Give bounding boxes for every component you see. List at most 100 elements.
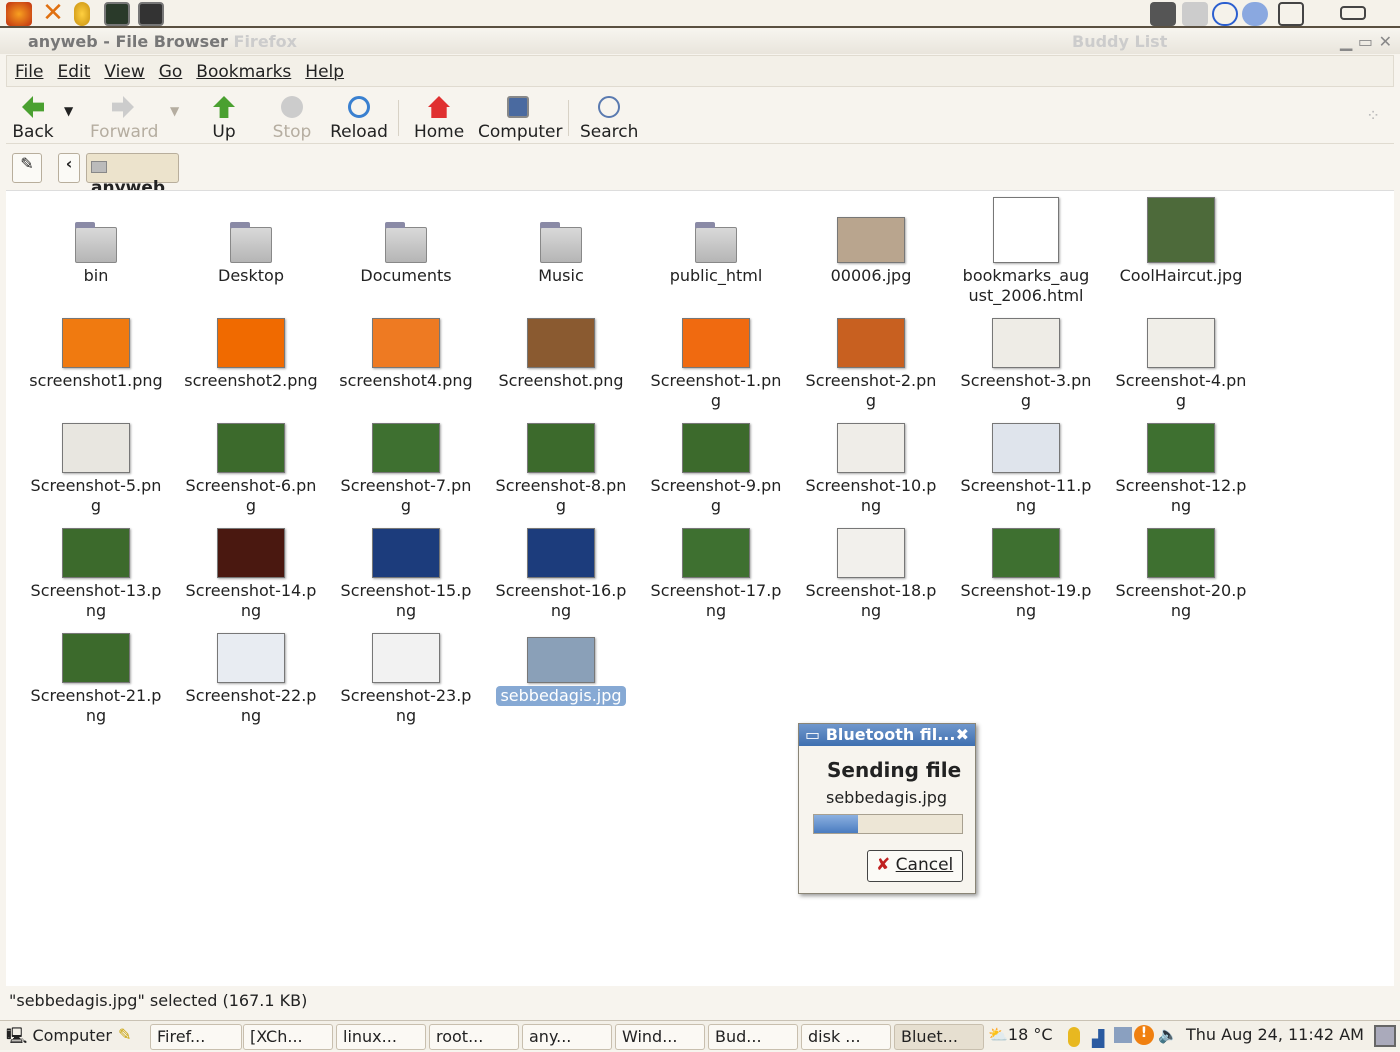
xchat-icon[interactable]: ✕ (40, 0, 66, 26)
menu-edit[interactable]: Edit (49, 56, 96, 82)
file-item[interactable]: Music (486, 196, 636, 286)
file-name: Screenshot-4.pn (1115, 371, 1247, 390)
taskbar-button[interactable]: Bud... (708, 1024, 798, 1050)
taskbar-button[interactable]: disk ... (801, 1024, 891, 1050)
menu-file[interactable]: File (7, 56, 49, 82)
file-item[interactable]: screenshot2.png (176, 301, 326, 391)
taskbar-button[interactable]: linux... (336, 1024, 426, 1050)
workspace-switcher[interactable] (1278, 2, 1304, 26)
volume-icon[interactable]: 🔈 (1158, 1025, 1178, 1044)
back-button[interactable]: Back (12, 94, 54, 142)
file-icon-box (486, 616, 636, 686)
file-item[interactable]: Screenshot-18.p ng (796, 511, 946, 621)
file-item[interactable]: Desktop (176, 196, 326, 286)
taskbar-button[interactable]: [XCh... (243, 1024, 333, 1050)
menu-go[interactable]: Go (151, 56, 189, 82)
firefox-icon[interactable] (6, 2, 32, 26)
search-button[interactable]: Search (580, 94, 638, 142)
file-item[interactable]: Screenshot-6.pn g (176, 406, 326, 516)
show-desktop-button[interactable]: 🖳 Computer (6, 1025, 112, 1052)
wireless-icon[interactable] (1212, 2, 1238, 26)
dialog-titlebar: ▭ Bluetooth fil... ✖ (799, 724, 975, 746)
file-item[interactable]: Screenshot-22.p ng (176, 616, 326, 726)
file-name: Screenshot.png (498, 371, 624, 390)
file-item[interactable]: Screenshot-7.pn g (331, 406, 481, 516)
file-item[interactable]: Screenshot.png (486, 301, 636, 391)
file-item[interactable]: Screenshot-16.p ng (486, 511, 636, 621)
menu-bookmarks[interactable]: Bookmarks (188, 56, 297, 82)
icon-view[interactable]: bin Desktop Documents Music public_html 00006… (6, 190, 1394, 986)
menu-help[interactable]: Help (297, 56, 350, 82)
menu-view[interactable]: View (96, 56, 150, 82)
file-item[interactable]: bookmarks_aug ust_2006.html (951, 196, 1101, 306)
file-item[interactable]: Screenshot-5.pn g (21, 406, 171, 516)
stop-button[interactable]: Stop (272, 94, 312, 142)
network-icon[interactable] (1242, 2, 1268, 26)
path-scroll-left-button[interactable]: ‹ (58, 153, 80, 183)
file-item[interactable]: Screenshot-2.pn g (796, 301, 946, 411)
terminal-icon[interactable] (104, 2, 130, 26)
chevron-left-icon: ‹ (65, 154, 73, 173)
file-item[interactable]: Screenshot-17.p ng (641, 511, 791, 621)
file-name: 00006.jpg (830, 266, 912, 285)
camera-icon[interactable] (1150, 2, 1176, 26)
computer-button[interactable]: Computer (478, 94, 563, 142)
file-item[interactable]: Screenshot-8.pn g (486, 406, 636, 516)
file-item[interactable]: Screenshot-20.p ng (1106, 511, 1256, 621)
file-item[interactable]: 00006.jpg (796, 196, 946, 286)
signal-icon[interactable]: ▟ (1092, 1029, 1104, 1048)
dialog-close-button[interactable]: ✖ (956, 725, 969, 744)
file-item[interactable]: Screenshot-21.p ng (21, 616, 171, 726)
notes-icon[interactable]: ✎ (118, 1025, 131, 1044)
printer-icon[interactable] (1182, 2, 1208, 26)
window-controls[interactable]: ▁ ▭ ✕ (1340, 32, 1392, 51)
file-item[interactable]: CoolHaircut.jpg (1106, 196, 1256, 286)
up-arrow-icon (213, 96, 235, 118)
buddy-tray-icon[interactable] (1068, 1027, 1080, 1047)
root-terminal-icon[interactable] (138, 2, 164, 26)
up-button[interactable]: Up (212, 94, 236, 142)
path-button-anyweb[interactable]: anyweb (86, 153, 179, 198)
file-item[interactable]: Screenshot-13.p ng (21, 511, 171, 621)
file-item[interactable]: Screenshot-1.pn g (641, 301, 791, 411)
file-item[interactable]: screenshot1.png (21, 301, 171, 391)
taskbar-button[interactable]: Wind... (615, 1024, 705, 1050)
update-alert-icon[interactable]: ! (1134, 1025, 1154, 1045)
weather-applet[interactable]: ⛅18 °C (988, 1025, 1053, 1044)
file-item[interactable]: Screenshot-15.p ng (331, 511, 481, 621)
network-monitor-icon[interactable] (1114, 1027, 1132, 1043)
file-item[interactable]: Screenshot-9.pn g (641, 406, 791, 516)
file-item[interactable]: Screenshot-10.p ng (796, 406, 946, 516)
back-history-dropdown[interactable]: ▼ (64, 104, 73, 118)
window-list-icon[interactable] (1340, 6, 1366, 20)
taskbar-button[interactable]: Bluet... (894, 1024, 984, 1050)
taskbar-button[interactable]: any... (522, 1024, 612, 1050)
reload-button[interactable]: Reload (330, 94, 388, 142)
file-item[interactable]: Screenshot-12.p ng (1106, 406, 1256, 516)
taskbar-button[interactable]: Firef... (150, 1024, 242, 1050)
file-item[interactable]: Screenshot-19.p ng (951, 511, 1101, 621)
bluetooth-transfer-dialog: ▭ Bluetooth fil... ✖ Sending file sebbeda… (798, 723, 976, 894)
home-button[interactable]: Home (414, 94, 464, 142)
file-item[interactable]: public_html (641, 196, 791, 286)
file-item[interactable]: Screenshot-23.p ng (331, 616, 481, 726)
file-item[interactable]: Screenshot-14.p ng (176, 511, 326, 621)
file-item[interactable]: Screenshot-11.p ng (951, 406, 1101, 516)
forward-history-dropdown[interactable]: ▼ (170, 104, 179, 118)
file-item[interactable]: bin (21, 196, 171, 286)
file-item[interactable]: Documents (331, 196, 481, 286)
toggle-location-entry-button[interactable]: ✎ (12, 153, 42, 183)
search-icon (598, 96, 620, 118)
file-item[interactable]: screenshot4.png (331, 301, 481, 391)
buddy-icon[interactable] (74, 2, 90, 26)
file-item[interactable]: sebbedagis.jpg (486, 616, 636, 706)
search-label: Search (580, 122, 639, 142)
taskbar-button[interactable]: root... (429, 1024, 519, 1050)
clock[interactable]: Thu Aug 24, 11:42 AM (1186, 1025, 1364, 1044)
cancel-button[interactable]: ✘ Cancel (867, 850, 963, 882)
file-item[interactable]: Screenshot-3.pn g (951, 301, 1101, 411)
forward-button[interactable]: Forward (90, 94, 158, 142)
forward-arrow-icon (112, 96, 134, 118)
workspace-icon[interactable] (1374, 1025, 1396, 1047)
file-item[interactable]: Screenshot-4.pn g (1106, 301, 1256, 411)
